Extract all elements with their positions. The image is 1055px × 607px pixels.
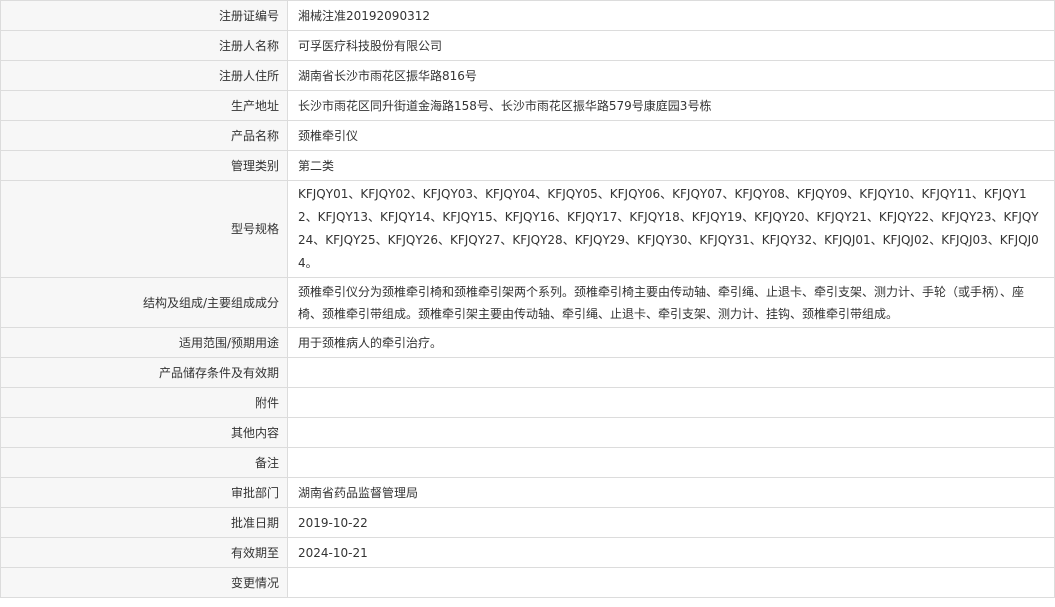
field-label: 产品储存条件及有效期 [0,357,288,388]
field-value: 第二类 [287,150,1055,181]
field-label: 注册人住所 [0,60,288,91]
row-structure-composition: 结构及组成/主要组成成分 颈椎牵引仪分为颈椎牵引椅和颈椎牵引架两个系列。颈椎牵引… [0,277,1055,328]
field-label: 型号规格 [0,180,288,278]
row-registration-number: 注册证编号 湘械注准20192090312 [0,0,1055,31]
field-value: 长沙市雨花区同升街道金海路158号、长沙市雨花区振华路579号康庭园3号栋 [287,90,1055,121]
field-label: 生产地址 [0,90,288,121]
field-label: 审批部门 [0,477,288,508]
field-value: 2024-10-21 [287,537,1055,568]
field-label: 结构及组成/主要组成成分 [0,277,288,328]
row-production-address: 生产地址 长沙市雨花区同升街道金海路158号、长沙市雨花区振华路579号康庭园3… [0,90,1055,121]
field-label: 注册人名称 [0,30,288,61]
field-value [287,567,1055,598]
field-label: 适用范围/预期用途 [0,327,288,358]
field-value: 2019-10-22 [287,507,1055,538]
row-valid-until: 有效期至 2024-10-21 [0,537,1055,568]
row-product-name: 产品名称 颈椎牵引仪 [0,120,1055,151]
row-management-class: 管理类别 第二类 [0,150,1055,181]
row-attachments: 附件 [0,387,1055,418]
field-label: 附件 [0,387,288,418]
field-value [287,417,1055,448]
field-label: 变更情况 [0,567,288,598]
field-value: 可孚医疗科技股份有限公司 [287,30,1055,61]
field-label: 其他内容 [0,417,288,448]
field-label: 备注 [0,447,288,478]
registration-record-table: 注册证编号 湘械注准20192090312 注册人名称 可孚医疗科技股份有限公司… [0,0,1055,598]
field-label: 管理类别 [0,150,288,181]
field-label: 注册证编号 [0,0,288,31]
field-label: 批准日期 [0,507,288,538]
field-label: 产品名称 [0,120,288,151]
row-model-spec: 型号规格 KFJQY01、KFJQY02、KFJQY03、KFJQY04、KFJ… [0,180,1055,278]
row-intended-use: 适用范围/预期用途 用于颈椎病人的牵引治疗。 [0,327,1055,358]
row-registrant-name: 注册人名称 可孚医疗科技股份有限公司 [0,30,1055,61]
field-value: 湘械注准20192090312 [287,0,1055,31]
row-storage-validity: 产品储存条件及有效期 [0,357,1055,388]
field-label: 有效期至 [0,537,288,568]
row-change-history: 变更情况 [0,567,1055,598]
row-remarks: 备注 [0,447,1055,478]
field-value: 湖南省药品监督管理局 [287,477,1055,508]
row-approval-department: 审批部门 湖南省药品监督管理局 [0,477,1055,508]
field-value: 颈椎牵引仪分为颈椎牵引椅和颈椎牵引架两个系列。颈椎牵引椅主要由传动轴、牵引绳、止… [287,277,1055,328]
row-approval-date: 批准日期 2019-10-22 [0,507,1055,538]
field-value: 用于颈椎病人的牵引治疗。 [287,327,1055,358]
field-value: KFJQY01、KFJQY02、KFJQY03、KFJQY04、KFJQY05、… [287,180,1055,278]
field-value: 颈椎牵引仪 [287,120,1055,151]
field-value: 湖南省长沙市雨花区振华路816号 [287,60,1055,91]
row-other-content: 其他内容 [0,417,1055,448]
field-value [287,357,1055,388]
field-value [287,387,1055,418]
field-value [287,447,1055,478]
row-registrant-address: 注册人住所 湖南省长沙市雨花区振华路816号 [0,60,1055,91]
